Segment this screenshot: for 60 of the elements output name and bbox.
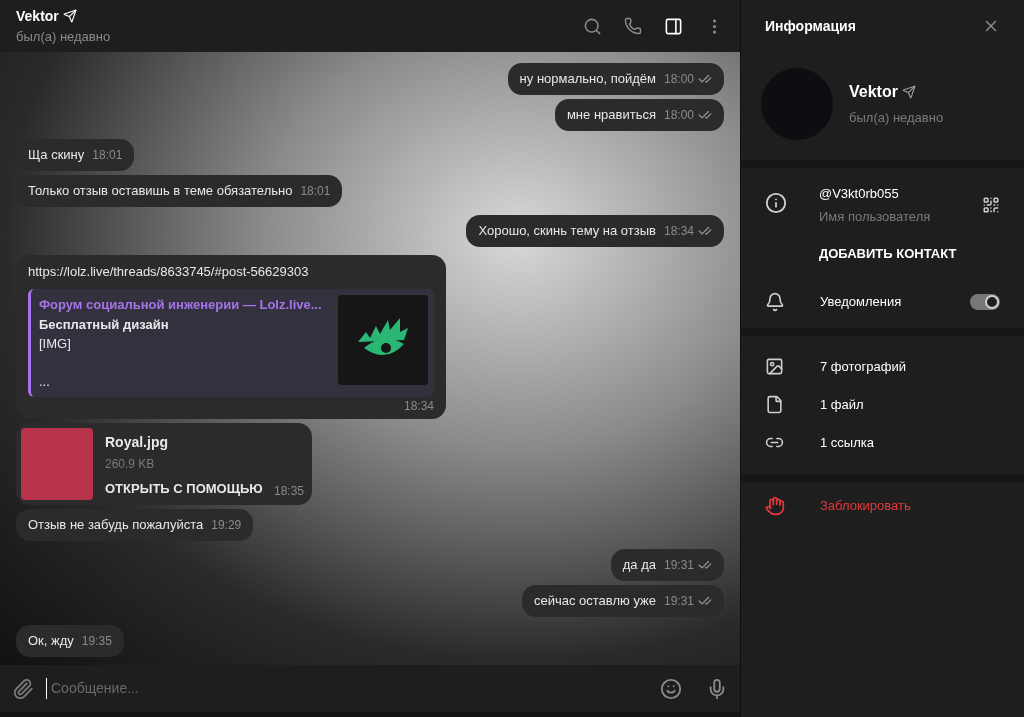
- username-label: Имя пользователя: [819, 207, 932, 226]
- attach-icon[interactable]: [12, 677, 34, 700]
- username[interactable]: @V3kt0rb055: [819, 184, 957, 204]
- side-panel-icon[interactable]: [664, 16, 683, 36]
- chat-title[interactable]: Vektor: [16, 5, 59, 27]
- message-text: да да: [622, 556, 656, 574]
- info-icon: [765, 192, 787, 214]
- message-time: 18:00: [663, 71, 694, 88]
- file-size: 260.9 KB: [105, 456, 156, 473]
- media-row[interactable]: 1 файл: [741, 385, 1024, 424]
- open-with-link[interactable]: ОТКРЫТЬ С ПОМОЩЬЮ: [105, 479, 263, 499]
- image-thumbnail[interactable]: [21, 428, 93, 500]
- message-time: 19:31: [663, 557, 694, 574]
- chat-status: был(а) недавно: [16, 27, 111, 46]
- paper-plane-icon: [62, 9, 77, 24]
- message-time: 18:01: [92, 147, 123, 164]
- message-time: 18:00: [663, 107, 694, 124]
- qr-code-icon[interactable]: [982, 196, 1000, 214]
- emoji-icon[interactable]: [660, 677, 682, 700]
- notifications-label: Уведомления: [819, 292, 902, 311]
- message-text: ну нормально, пойдём: [519, 70, 656, 88]
- contact-status: был(а) недавно: [849, 109, 944, 128]
- link[interactable]: https://lolz.live/threads/8633745/#post-56629303: [28, 263, 434, 281]
- panel-title: Информация: [765, 16, 856, 36]
- hand-icon: [765, 495, 785, 516]
- message-text: сейчас оставлю уже: [533, 592, 656, 610]
- bell-icon: [765, 291, 785, 312]
- preview-text: ...: [39, 372, 51, 391]
- notifications-toggle[interactable]: [970, 293, 1000, 310]
- add-contact-button[interactable]: ДОБАВИТЬ КОНТАКТ: [819, 240, 957, 268]
- search-icon[interactable]: [583, 16, 602, 36]
- preview-site: Форум социальной инженерии — Lolz.live...: [39, 296, 323, 314]
- link-preview[interactable]: Форум социальной инженерии — Lolz.live... Бесплатный дизайн [IMG] ...: [28, 289, 434, 397]
- message-time: 18:34: [403, 398, 434, 415]
- message-text: Хорошо, скинь тему на отзыв: [478, 222, 656, 240]
- message-time: 18:01: [300, 183, 331, 200]
- message-text: мне нравиться: [566, 106, 656, 124]
- message-time: 19:35: [81, 633, 112, 650]
- phone-icon[interactable]: [624, 17, 642, 35]
- media-label: 1 ссылка: [819, 433, 874, 452]
- paper-plane-icon: [901, 85, 916, 100]
- message-text: Ща скину: [28, 146, 85, 164]
- message-time: 19:31: [663, 593, 694, 610]
- media-label: 1 файл: [819, 395, 864, 414]
- block-button[interactable]: Заблокировать: [741, 481, 1024, 530]
- message-text: Только отзыв оставишь в теме обязательно: [28, 182, 293, 200]
- message-text: Ок, жду: [28, 632, 74, 650]
- image-icon: [765, 357, 784, 376]
- file-name: Royal.jpg: [105, 433, 169, 452]
- file-icon: [765, 395, 784, 414]
- message-time: 18:34: [663, 223, 694, 240]
- message-time: 18:35: [273, 483, 304, 500]
- preview-title: Бесплатный дизайн: [39, 315, 170, 334]
- message-text: Отзыв не забудь пожалуйста: [28, 516, 204, 534]
- preview-text: [IMG]: [39, 335, 72, 353]
- media-row[interactable]: 7 фотографий: [741, 347, 1024, 386]
- message-time: 19:29: [211, 517, 242, 534]
- media-label: 7 фотографий: [819, 357, 906, 376]
- contact-name: Vektor: [849, 82, 898, 103]
- media-row[interactable]: 1 ссылка: [741, 423, 1024, 462]
